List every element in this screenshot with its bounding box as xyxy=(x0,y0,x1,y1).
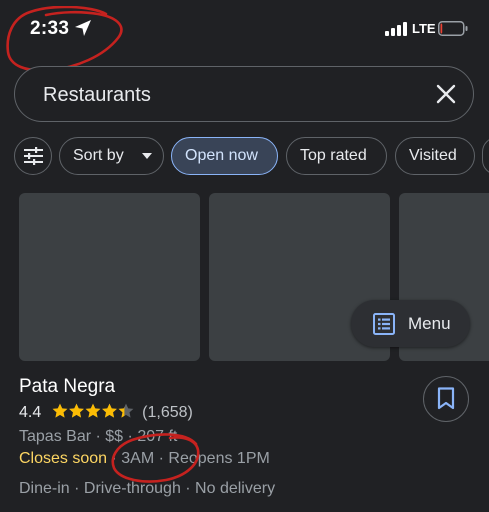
separator: · xyxy=(111,450,117,467)
star-icon xyxy=(85,403,101,418)
services-row: Dine-in · Drive-through · No delivery xyxy=(19,480,276,497)
tune-icon xyxy=(24,147,43,165)
star-icon xyxy=(101,403,117,418)
top-rated-chip[interactable]: Top rated xyxy=(286,137,387,175)
separator: · xyxy=(158,450,164,467)
menu-button[interactable]: Menu xyxy=(351,300,470,347)
distance: 207 ft xyxy=(137,428,178,445)
rating-stars xyxy=(52,403,134,418)
rating-value: 4.4 xyxy=(19,404,42,421)
save-button[interactable] xyxy=(423,376,469,422)
status-bar: 2:33 LTE xyxy=(0,0,489,72)
signal-bars-icon xyxy=(385,22,407,36)
closes-soon-status: Closes soon xyxy=(19,450,108,467)
menu-label: Menu xyxy=(408,314,451,333)
search-input[interactable]: Restaurants xyxy=(43,84,151,107)
rating-row: 4.4 (1,658) xyxy=(19,403,193,423)
filters-button[interactable] xyxy=(14,137,52,175)
place-category: Tapas Bar xyxy=(19,428,92,445)
star-icon xyxy=(118,403,134,418)
menu-list-icon xyxy=(373,313,395,335)
sort-by-chip[interactable]: Sort by xyxy=(59,137,164,175)
star-icon xyxy=(52,403,68,418)
battery-level-fill xyxy=(440,23,443,34)
chevron-down-icon xyxy=(142,153,152,159)
network-type: LTE xyxy=(412,21,436,36)
bookmark-icon xyxy=(437,387,455,410)
visited-chip[interactable]: Visited xyxy=(395,137,475,175)
separator: · xyxy=(127,428,133,445)
open-now-label: Open now xyxy=(185,147,258,164)
star-icon xyxy=(68,403,84,418)
close-icon[interactable] xyxy=(435,83,457,105)
place-name[interactable]: Pata Negra xyxy=(19,376,115,398)
visited-label: Visited xyxy=(409,147,457,164)
sort-by-label: Sort by xyxy=(73,147,124,164)
filter-chip-row: Sort by Open now Top rated Visited xyxy=(0,137,489,175)
price-level: $$ xyxy=(105,428,124,445)
category-row: Tapas Bar · $$ · 207 ft xyxy=(19,428,177,446)
separator: · xyxy=(95,428,101,445)
reopens-time: Reopens 1PM xyxy=(168,450,270,467)
more-filters-chip[interactable] xyxy=(482,137,489,175)
open-now-chip[interactable]: Open now xyxy=(171,137,278,175)
top-rated-label: Top rated xyxy=(300,147,367,164)
search-bar[interactable]: Restaurants xyxy=(14,66,474,122)
hours-row: Closes soon · 3AM · Reopens 1PM xyxy=(19,450,270,468)
location-arrow-icon xyxy=(75,20,91,36)
close-time: 3AM xyxy=(121,450,155,467)
battery-icon xyxy=(438,21,468,36)
review-count: (1,658) xyxy=(142,404,193,421)
place-photo[interactable] xyxy=(19,193,200,361)
status-time: 2:33 xyxy=(30,18,70,39)
